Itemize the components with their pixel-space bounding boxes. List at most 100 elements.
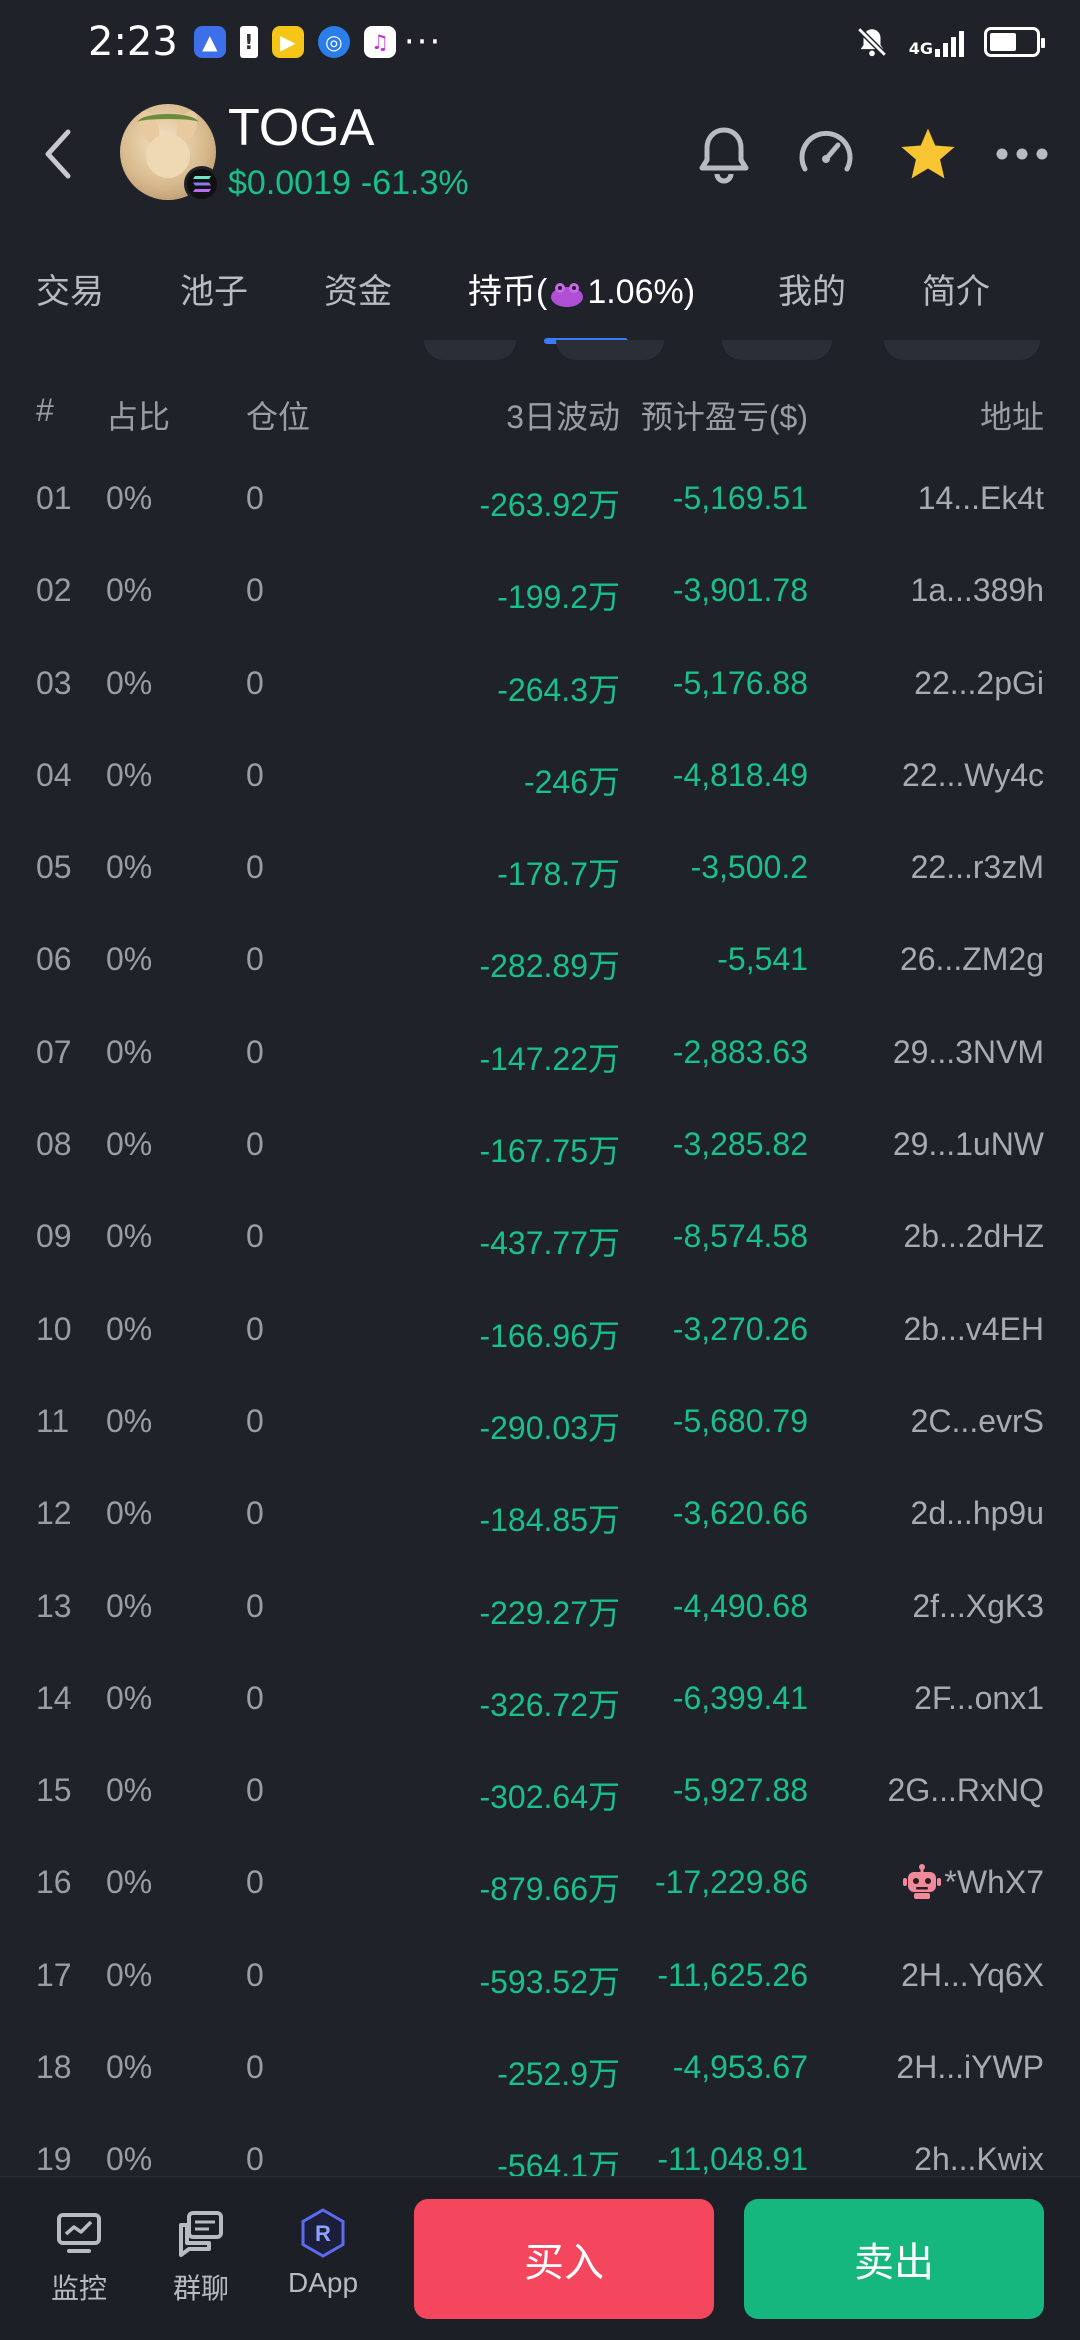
table-row[interactable]: 13 0% 0 -229.27万 -4,490.68 2f...XgK3	[0, 1566, 1080, 1658]
row-volatility: -263.92万	[479, 487, 620, 523]
row-address[interactable]: 2C...evrS	[911, 1403, 1044, 1440]
table-row[interactable]: 17 0% 0 -593.52万 -11,625.26 2H...Yq6X	[0, 1935, 1080, 2027]
row-volatility: -437.77万	[479, 1225, 620, 1262]
table-row[interactable]: 15 0% 0 -302.64万 -5,927.88 2G...RxNQ	[0, 1750, 1080, 1842]
status-time: 2:23	[88, 19, 178, 65]
token-price: $0.0019	[228, 164, 351, 202]
row-index: 18	[36, 2049, 72, 2086]
row-address-text: 2F...onx1	[914, 1679, 1044, 1716]
table-row[interactable]: 11 0% 0 -290.03万 -5,680.79 2C...evrS	[0, 1381, 1080, 1473]
chat-label: 群聊	[172, 2273, 229, 2304]
buy-button[interactable]: 买入	[414, 2199, 714, 2319]
table-row[interactable]: 05 0% 0 -178.7万 -3,500.2 22...r3zM	[0, 827, 1080, 919]
row-volatility: -290.03万	[479, 1409, 620, 1446]
filter-pill[interactable]	[556, 340, 664, 360]
status-bar: 2:23 ▲ ! ▶ ◎ ♫ ··· 4G	[0, 0, 1080, 84]
token-price-line: $0.0019 -61.3%	[228, 164, 479, 203]
row-volatility: -246万	[523, 763, 620, 800]
row-address[interactable]: 2h...Kwix	[914, 2141, 1044, 2178]
svg-text:R: R	[315, 2221, 331, 2246]
row-volatility: -229.27万	[479, 1594, 620, 1631]
row-address[interactable]: 2f...XgK3	[912, 1588, 1044, 1625]
tab-bar: 交易 池子 资金 持币( 1.06%) 我的 简介	[0, 240, 1080, 340]
dapp-button[interactable]: R DApp	[268, 2207, 378, 2299]
row-address-text: 2b...v4EH	[903, 1310, 1044, 1347]
row-index: 10	[36, 1310, 72, 1347]
tab-funds[interactable]: 资金	[324, 264, 392, 313]
tab-holders[interactable]: 持币( 1.06%)	[468, 264, 695, 313]
filter-pill[interactable]	[884, 340, 1040, 360]
robot-icon	[903, 1864, 942, 1899]
star-icon	[901, 128, 955, 179]
gauge-icon	[799, 130, 853, 172]
row-share: 0%	[106, 1956, 153, 1993]
row-address[interactable]: 14...Ek4t	[918, 480, 1044, 517]
back-button[interactable]	[40, 126, 80, 182]
row-address-text: 2H...Yq6X	[901, 1956, 1044, 1993]
header-volatility[interactable]: 3日波动	[506, 392, 620, 438]
row-address[interactable]: 2G...RxNQ	[888, 1772, 1044, 1809]
tab-mine[interactable]: 我的	[778, 264, 846, 313]
table-row[interactable]: 12 0% 0 -184.85万 -3,620.66 2d...hp9u	[0, 1473, 1080, 1565]
row-address[interactable]: 29...1uNW	[893, 1126, 1044, 1163]
table-row[interactable]: 02 0% 0 -199.2万 -3,901.78 1a...389h	[0, 550, 1080, 642]
row-index: 02	[36, 572, 72, 609]
tab-intro[interactable]: 简介	[922, 264, 990, 313]
row-index: 14	[36, 1679, 72, 1716]
row-address[interactable]: 26...ZM2g	[900, 941, 1044, 978]
row-address[interactable]: 2F...onx1	[914, 1680, 1044, 1717]
row-share: 0%	[106, 2049, 153, 2086]
alert-button[interactable]	[692, 122, 756, 186]
filter-pill[interactable]	[722, 340, 832, 360]
row-address[interactable]: 2H...Yq6X	[901, 1957, 1044, 1994]
more-menu-button[interactable]	[990, 122, 1054, 186]
table-row[interactable]: 06 0% 0 -282.89万 -5,541 26...ZM2g	[0, 919, 1080, 1011]
frog-icon	[551, 283, 584, 308]
monitor-button[interactable]: 监控	[24, 2207, 134, 2307]
row-volatility: -593.52万	[479, 1963, 620, 2000]
sell-button[interactable]: 卖出	[744, 2199, 1044, 2319]
table-row[interactable]: 08 0% 0 -167.75万 -3,285.82 29...1uNW	[0, 1104, 1080, 1196]
tab-trade[interactable]: 交易	[36, 264, 104, 313]
row-address[interactable]: 2H...iYWP	[896, 2049, 1044, 2086]
row-pnl: -5,680.79	[672, 1402, 808, 1439]
row-share: 0%	[106, 1587, 153, 1624]
table-row[interactable]: 14 0% 0 -326.72万 -6,399.41 2F...onx1	[0, 1658, 1080, 1750]
row-address[interactable]: 22...r3zM	[911, 849, 1044, 886]
favorite-button[interactable]	[896, 122, 960, 186]
app-notification-icon: ▲	[193, 26, 226, 58]
table-row[interactable]: 18 0% 0 -252.9万 -4,953.67 2H...iYWP	[0, 2027, 1080, 2119]
row-address[interactable]: 2d...hp9u	[911, 1495, 1044, 1532]
table-row[interactable]: 04 0% 0 -246万 -4,818.49 22...Wy4c	[0, 735, 1080, 827]
row-address[interactable]: 2b...v4EH	[903, 1311, 1044, 1348]
row-pnl: -3,620.66	[672, 1495, 808, 1532]
tab-holders-value: 1.06%)	[587, 273, 696, 311]
row-pnl: -11,048.91	[657, 2141, 808, 2178]
filter-pill[interactable]	[424, 340, 516, 360]
row-address[interactable]: 2b...2dHZ	[903, 1218, 1044, 1255]
row-pnl: -3,500.2	[690, 849, 808, 886]
row-volatility: -302.64万	[479, 1779, 620, 1816]
table-row[interactable]: 16 0% 0 -879.66万 -17,229.86 *WhX7	[0, 1842, 1080, 1934]
table-row[interactable]: 10 0% 0 -166.96万 -3,270.26 2b...v4EH	[0, 1289, 1080, 1381]
speed-button[interactable]	[794, 122, 858, 186]
header-pnl[interactable]: 预计盈亏($)	[641, 392, 808, 438]
table-row[interactable]: 03 0% 0 -264.3万 -5,176.88 22...2pGi	[0, 643, 1080, 735]
row-address[interactable]: *WhX7	[902, 1864, 1044, 1903]
row-address[interactable]: 1a...389h	[911, 572, 1044, 609]
table-row[interactable]: 07 0% 0 -147.22万 -2,883.63 29...3NVM	[0, 1012, 1080, 1104]
row-address[interactable]: 29...3NVM	[893, 1034, 1044, 1071]
row-share: 0%	[106, 1772, 153, 1809]
row-address[interactable]: 22...Wy4c	[902, 757, 1044, 794]
row-pnl: -5,169.51	[672, 480, 808, 516]
group-chat-button[interactable]: 群聊	[146, 2207, 256, 2307]
table-row[interactable]: 01 0% 0 -263.92万 -5,169.51 14...Ek4t	[0, 458, 1080, 550]
row-share: 0%	[106, 480, 153, 516]
table-row[interactable]: 09 0% 0 -437.77万 -8,574.58 2b...2dHZ	[0, 1196, 1080, 1288]
tab-pools[interactable]: 池子	[180, 264, 248, 313]
row-position: 0	[246, 2049, 264, 2086]
row-position: 0	[246, 1310, 264, 1347]
row-address[interactable]: 22...2pGi	[914, 665, 1044, 702]
row-position: 0	[246, 1864, 264, 1901]
row-pnl: -5,176.88	[672, 664, 808, 701]
